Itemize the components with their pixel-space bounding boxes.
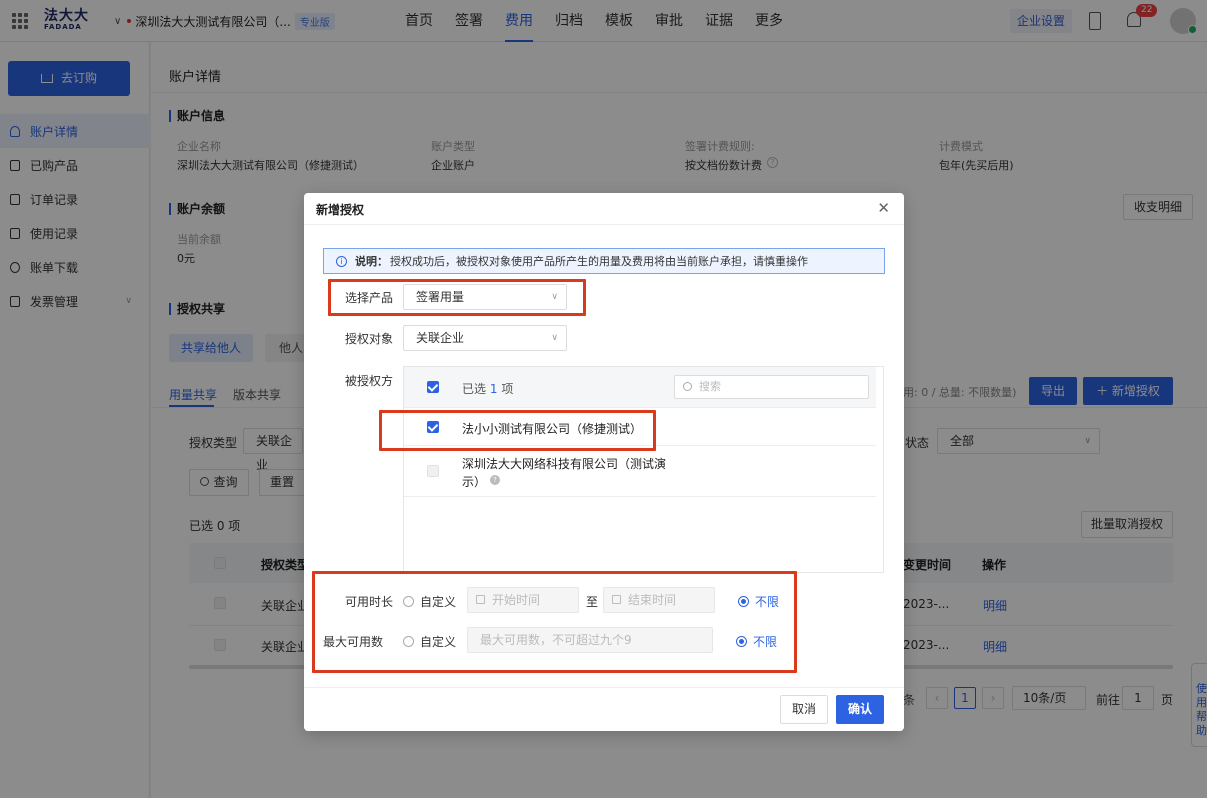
radio-off (403, 596, 414, 607)
search-icon (683, 382, 692, 391)
question-icon[interactable]: ? (490, 475, 500, 485)
start-time-input[interactable]: 开始时间 (467, 587, 579, 613)
duration-label: 可用时长 (344, 595, 393, 609)
max-count-input[interactable]: 最大可用数，不可超过九个9 (467, 627, 713, 653)
end-placeholder: 结束时间 (628, 593, 677, 607)
radio-label: 不限 (755, 595, 780, 609)
row-divider (404, 496, 876, 497)
radio-label: 自定义 (420, 635, 457, 649)
note-text: 授权成功后，被授权对象使用产品所产生的用量及费用将由当前账户承担，请慎重操作 (390, 255, 808, 268)
selected-prefix: 已选 (462, 382, 487, 396)
info-note: i 说明： 授权成功后，被授权对象使用产品所产生的用量及费用将由当前账户承担，请… (323, 248, 885, 274)
duration-unlimited-radio[interactable]: 不限 (738, 593, 779, 610)
cancel-button[interactable]: 取消 (780, 695, 828, 724)
chevron-down-icon: ∨ (551, 333, 558, 343)
to-text: 至 (586, 595, 599, 609)
start-placeholder: 开始时间 (492, 593, 541, 607)
radio-label: 自定义 (420, 595, 457, 609)
select-all-checkbox[interactable] (427, 381, 439, 393)
product-value: 签署用量 (416, 290, 465, 304)
party-label: 被授权方 (344, 374, 393, 388)
confirm-button[interactable]: 确认 (836, 695, 884, 724)
close-icon[interactable]: ✕ (877, 199, 890, 217)
product-select[interactable]: 签署用量 ∨ (403, 284, 567, 310)
calendar-icon (612, 595, 621, 604)
selected-count: 1 (489, 382, 498, 396)
party-search-input[interactable]: 搜索 (674, 375, 869, 399)
target-select[interactable]: 关联企业 ∨ (403, 325, 567, 351)
max-unlimited-radio[interactable]: 不限 (736, 633, 777, 650)
info-icon: i (336, 255, 347, 267)
selected-summary: 已选 1 项 (462, 380, 513, 397)
party-table-header: 已选 1 项 搜索 (404, 367, 876, 407)
target-value: 关联企业 (416, 331, 465, 345)
radio-label: 不限 (753, 635, 778, 649)
note-label: 说明： (355, 255, 388, 268)
duration-custom-radio[interactable]: 自定义 (403, 593, 456, 610)
party-table: 已选 1 项 搜索 法小小测试有限公司（修捷测试） 深圳法大大网络科技有限公司（… (403, 366, 884, 573)
radio-on (736, 636, 747, 647)
dialog-divider (304, 224, 904, 225)
calendar-icon (476, 595, 485, 604)
party-checkbox[interactable] (427, 465, 439, 477)
max-label: 最大可用数 (323, 635, 384, 649)
add-authorization-dialog: 新增授权 ✕ i 说明： 授权成功后，被授权对象使用产品所产生的用量及费用将由当… (304, 193, 904, 731)
radio-on (738, 596, 749, 607)
search-placeholder: 搜索 (699, 380, 721, 393)
chevron-down-icon: ∨ (551, 292, 558, 302)
party-name-line1: 深圳法大大网络科技有限公司（测试演 (462, 457, 667, 471)
selected-suffix: 项 (501, 382, 514, 396)
target-label: 授权对象 (344, 332, 393, 346)
end-time-input[interactable]: 结束时间 (603, 587, 715, 613)
footer-divider (304, 687, 904, 688)
highlight-box (379, 410, 656, 451)
row-divider (404, 407, 876, 408)
max-custom-radio[interactable]: 自定义 (403, 633, 456, 650)
product-label: 选择产品 (344, 291, 393, 305)
dialog-title: 新增授权 (316, 203, 365, 217)
radio-off (403, 636, 414, 647)
party-name-line2: 示） (462, 475, 487, 489)
